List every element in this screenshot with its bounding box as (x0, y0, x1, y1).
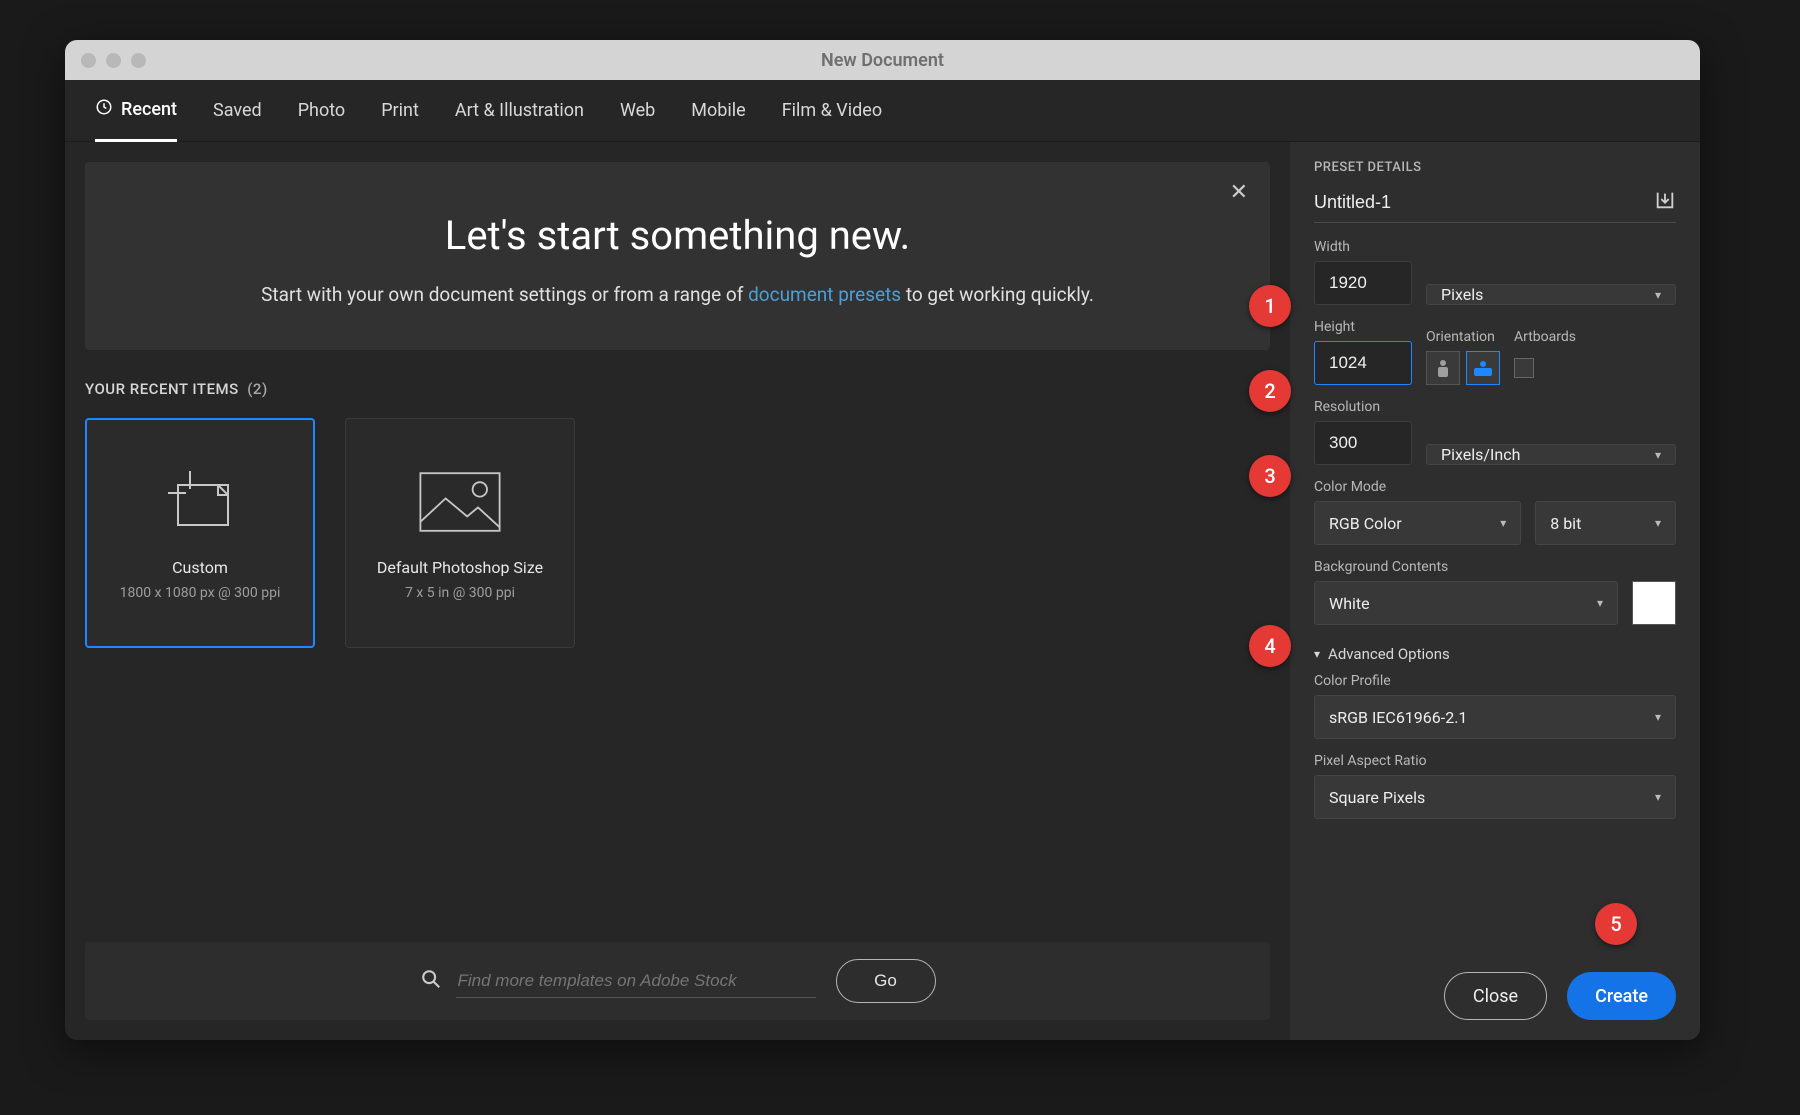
stock-search-input[interactable] (456, 965, 816, 998)
color-mode-label: Color Mode (1314, 479, 1676, 495)
tab-film-video[interactable]: Film & Video (782, 80, 882, 142)
chevron-down-icon: ▾ (1500, 516, 1506, 530)
blank-doc-icon (155, 464, 245, 540)
chevron-down-icon: ▾ (1314, 647, 1320, 661)
color-profile-select[interactable]: sRGB IEC61966-2.1▾ (1314, 695, 1676, 739)
annotation-badge: 2 (1249, 370, 1291, 412)
annotation-badge: 4 (1249, 625, 1291, 667)
recent-item-subtitle: 1800 x 1080 px @ 300 ppi (120, 585, 281, 601)
width-input[interactable] (1314, 261, 1412, 305)
tab-art-illustration[interactable]: Art & Illustration (455, 80, 584, 142)
recent-item-subtitle: 7 x 5 in @ 300 ppi (405, 585, 515, 601)
width-unit-select[interactable]: Pixels▾ (1426, 284, 1676, 305)
close-window-dot[interactable] (81, 53, 96, 68)
width-label: Width (1314, 239, 1412, 255)
window-title: New Document (65, 50, 1700, 71)
image-icon (415, 464, 505, 540)
create-button[interactable]: Create (1567, 972, 1676, 1020)
save-preset-icon[interactable] (1654, 189, 1676, 216)
category-tabs: Recent Saved Photo Print Art & Illustrat… (65, 80, 1700, 142)
annotation-badge: 3 (1249, 455, 1291, 497)
resolution-unit-select[interactable]: Pixels/Inch▾ (1426, 444, 1676, 465)
zoom-window-dot[interactable] (131, 53, 146, 68)
height-input[interactable] (1314, 341, 1412, 385)
pixel-aspect-ratio-label: Pixel Aspect Ratio (1314, 753, 1676, 769)
orientation-portrait-button[interactable] (1426, 351, 1460, 385)
resolution-label: Resolution (1314, 399, 1412, 415)
titlebar: New Document (65, 40, 1700, 80)
chevron-down-icon: ▾ (1655, 790, 1661, 804)
artboards-label: Artboards (1514, 329, 1576, 345)
window-controls[interactable] (81, 53, 146, 68)
tab-label: Recent (121, 99, 177, 120)
go-button[interactable]: Go (836, 959, 936, 1003)
chevron-down-icon: ▾ (1655, 710, 1661, 724)
color-mode-select[interactable]: RGB Color▾ (1314, 501, 1521, 545)
orientation-landscape-button[interactable] (1466, 351, 1500, 385)
close-icon[interactable]: ✕ (1230, 180, 1248, 205)
recent-item-custom[interactable]: Custom 1800 x 1080 px @ 300 ppi (85, 418, 315, 648)
panel-title: PRESET DETAILS (1314, 160, 1676, 175)
recent-grid: Custom 1800 x 1080 px @ 300 ppi Default … (85, 418, 1270, 648)
document-name-input[interactable] (1314, 192, 1644, 213)
recent-item-title: Custom (172, 558, 228, 577)
background-color-swatch[interactable] (1632, 581, 1676, 625)
annotation-badge: 1 (1249, 285, 1291, 327)
recent-item-title: Default Photoshop Size (377, 558, 543, 577)
minimize-window-dot[interactable] (106, 53, 121, 68)
tab-mobile[interactable]: Mobile (691, 80, 745, 142)
hero-subtext: Start with your own document settings or… (145, 281, 1210, 310)
chevron-down-icon: ▾ (1655, 516, 1661, 530)
recents-heading: YOUR RECENT ITEMS (2) (85, 380, 1270, 398)
annotation-badge: 5 (1595, 903, 1637, 945)
close-button[interactable]: Close (1444, 972, 1547, 1020)
left-pane: ✕ Let's start something new. Start with … (65, 142, 1290, 1040)
advanced-options-toggle[interactable]: ▾ Advanced Options (1314, 645, 1676, 663)
pixel-aspect-ratio-select[interactable]: Square Pixels▾ (1314, 775, 1676, 819)
background-label: Background Contents (1314, 559, 1676, 575)
tab-web[interactable]: Web (620, 80, 655, 142)
background-select[interactable]: White▾ (1314, 581, 1618, 625)
preset-details-panel: PRESET DETAILS Width _ (1290, 142, 1700, 1040)
hero-banner: ✕ Let's start something new. Start with … (85, 162, 1270, 350)
new-document-dialog: New Document Recent Saved Photo Print Ar… (65, 40, 1700, 1040)
document-presets-link[interactable]: document presets (748, 283, 901, 306)
recent-item-default-ps[interactable]: Default Photoshop Size 7 x 5 in @ 300 pp… (345, 418, 575, 648)
tab-print[interactable]: Print (381, 80, 419, 142)
artboards-checkbox[interactable] (1514, 358, 1534, 378)
height-label: Height (1314, 319, 1412, 335)
orientation-label: Orientation (1426, 329, 1500, 345)
tab-photo[interactable]: Photo (298, 80, 346, 142)
hero-headline: Let's start something new. (145, 212, 1210, 259)
clock-icon (95, 98, 113, 121)
tab-recent[interactable]: Recent (95, 80, 177, 142)
tab-saved[interactable]: Saved (213, 80, 262, 142)
chevron-down-icon: ▾ (1655, 448, 1661, 462)
resolution-input[interactable] (1314, 421, 1412, 465)
color-profile-label: Color Profile (1314, 673, 1676, 689)
adobe-stock-bar: Go (85, 942, 1270, 1020)
bit-depth-select[interactable]: 8 bit▾ (1535, 501, 1676, 545)
search-icon (420, 968, 442, 995)
chevron-down-icon: ▾ (1597, 596, 1603, 610)
chevron-down-icon: ▾ (1655, 288, 1661, 302)
